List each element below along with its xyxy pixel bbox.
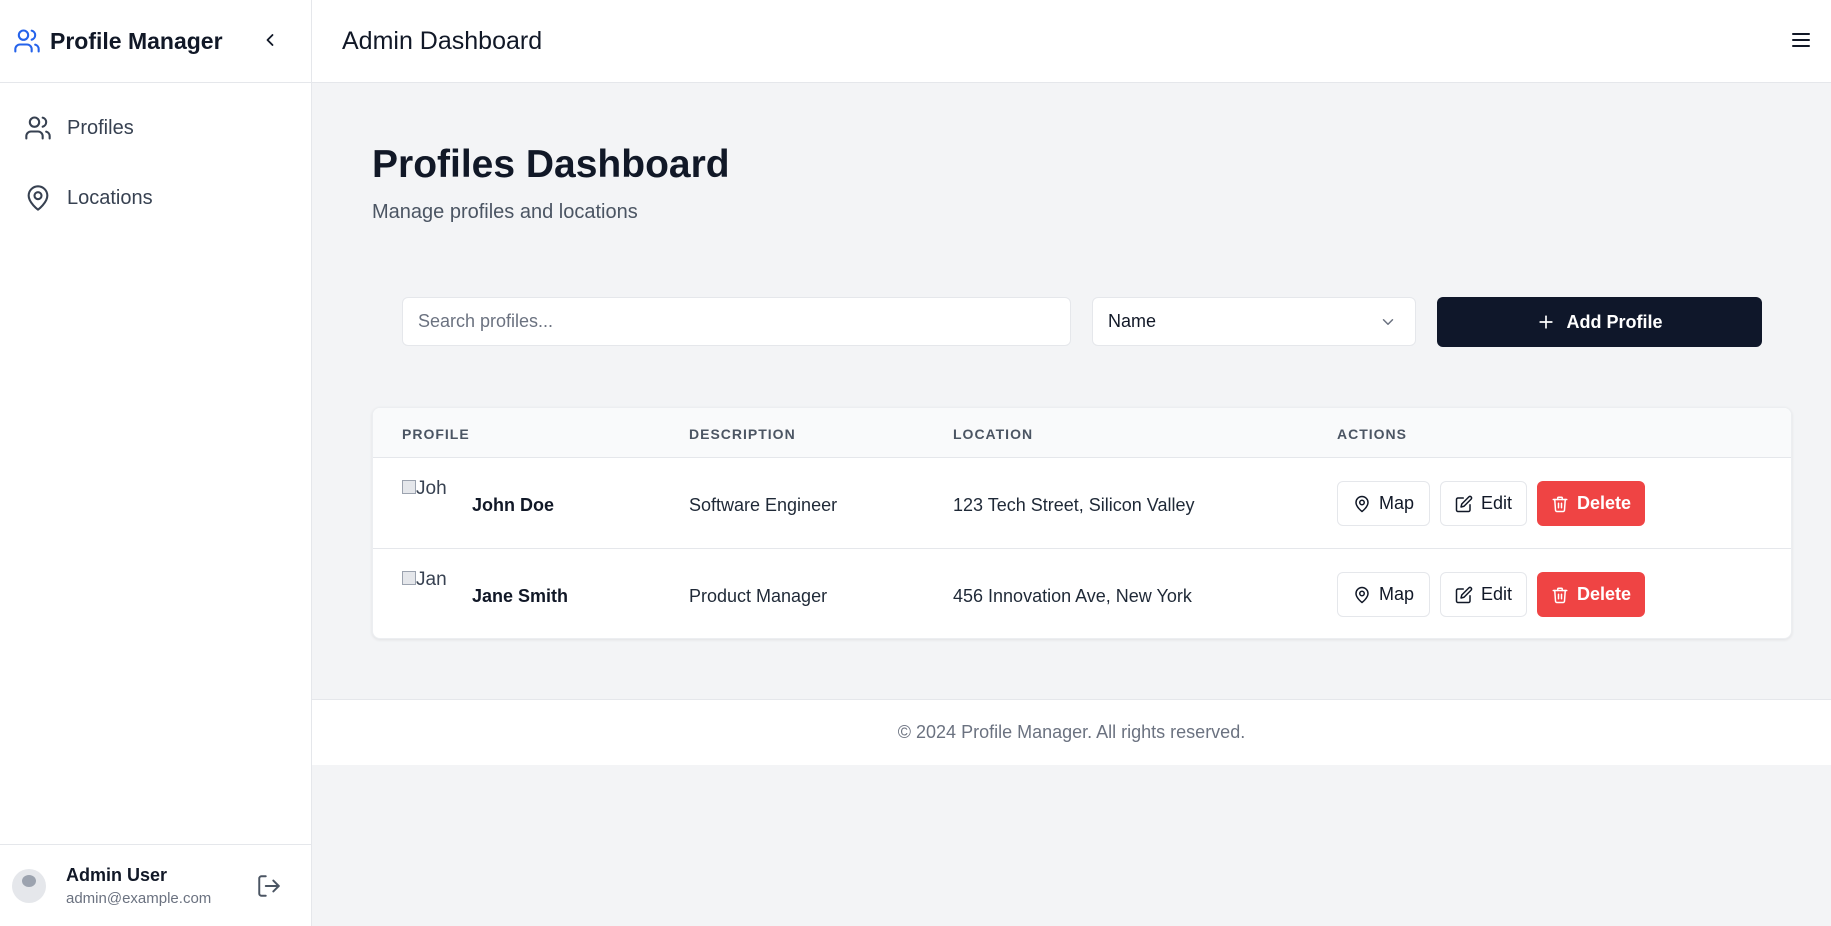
map-button[interactable]: Map	[1337, 481, 1430, 526]
profile-name: John Doe	[472, 495, 555, 515]
page-subtitle: Manage profiles and locations	[372, 201, 638, 223]
column-header-description: DESCRIPTION	[689, 426, 796, 442]
brand-title: Profile Manager	[50, 27, 223, 54]
profile-image: Jan	[402, 569, 452, 609]
sort-select-value: Name	[1108, 311, 1157, 331]
table-row: Joh John Doe Software Engineer 123 Tech …	[373, 458, 1791, 549]
menu-icon	[1792, 33, 1810, 47]
menu-button[interactable]	[1789, 28, 1813, 52]
sidebar-nav: Profiles Locations	[0, 83, 311, 222]
profile-location: 123 Tech Street, Silicon Valley	[953, 495, 1195, 515]
delete-button[interactable]: Delete	[1537, 572, 1645, 617]
add-profile-button[interactable]: Add Profile	[1437, 297, 1762, 347]
table-row: Jan Jane Smith Product Manager 456 Innov…	[373, 549, 1791, 638]
search-input[interactable]	[402, 297, 1071, 346]
delete-button[interactable]: Delete	[1537, 481, 1645, 526]
user-panel: Admin User admin@example.com	[0, 844, 311, 926]
page-footer: © 2024 Profile Manager. All rights reser…	[312, 699, 1831, 765]
map-pin-icon	[1355, 495, 1369, 512]
profile-name: Jane Smith	[472, 586, 569, 606]
users-icon	[12, 26, 42, 56]
chevron-down-icon	[1382, 319, 1394, 325]
top-bar: Admin Dashboard	[312, 0, 1831, 83]
profiles-table: PROFILE DESCRIPTION LOCATION ACTIONS Joh…	[372, 407, 1792, 639]
profile-description: Software Engineer	[689, 495, 838, 515]
edit-icon	[1455, 586, 1473, 603]
user-email: admin@example.com	[66, 889, 212, 907]
sort-select[interactable]: Name	[1092, 297, 1416, 346]
add-profile-label: Add Profile	[1566, 311, 1663, 332]
sidebar-item-profiles[interactable]: Profiles	[24, 104, 311, 152]
trash-icon	[1552, 496, 1568, 512]
broken-image-icon	[402, 571, 416, 585]
map-button[interactable]: Map	[1337, 572, 1430, 617]
edit-button[interactable]: Edit	[1440, 481, 1527, 526]
map-pin-icon	[1355, 586, 1369, 603]
delete-label: Delete	[1576, 493, 1632, 513]
profile-image: Joh	[402, 478, 452, 518]
profile-image-alt: Jan	[416, 569, 447, 590]
topbar-title: Admin Dashboard	[342, 26, 543, 55]
column-header-location: LOCATION	[953, 426, 1034, 442]
page-title: Profiles Dashboard	[372, 143, 730, 186]
sidebar-item-label: Profiles	[67, 116, 134, 139]
sidebar-item-locations[interactable]: Locations	[24, 174, 311, 222]
profile-description: Product Manager	[689, 586, 828, 606]
sidebar-item-label: Locations	[67, 186, 153, 209]
logout-button[interactable]	[256, 873, 284, 901]
trash-icon	[1552, 587, 1568, 603]
log-out-icon	[258, 875, 280, 897]
footer-text: © 2024 Profile Manager. All rights reser…	[897, 722, 1246, 742]
users-icon	[25, 116, 51, 140]
broken-image-icon	[402, 480, 416, 494]
user-info: Admin User admin@example.com	[66, 865, 211, 907]
profile-image-alt: Joh	[416, 478, 447, 499]
column-header-profile: PROFILE	[402, 426, 470, 442]
map-label: Map	[1378, 584, 1414, 604]
map-label: Map	[1378, 493, 1414, 513]
edit-label: Edit	[1480, 584, 1513, 604]
chevron-left-icon	[266, 34, 274, 46]
user-name: Admin User	[66, 864, 168, 885]
sidebar: Profile Manager Profiles Locations Admin…	[0, 0, 312, 926]
edit-label: Edit	[1480, 493, 1513, 513]
avatar	[12, 868, 46, 903]
profile-location: 456 Innovation Ave, New York	[953, 586, 1192, 606]
delete-label: Delete	[1576, 584, 1632, 604]
edit-icon	[1455, 495, 1473, 512]
plus-icon	[1539, 315, 1554, 329]
column-header-actions: ACTIONS	[1337, 426, 1407, 442]
edit-button[interactable]: Edit	[1440, 572, 1527, 617]
collapse-sidebar-button[interactable]	[258, 26, 282, 54]
map-pin-icon	[27, 185, 49, 211]
table-header: PROFILE DESCRIPTION LOCATION ACTIONS	[373, 408, 1791, 458]
